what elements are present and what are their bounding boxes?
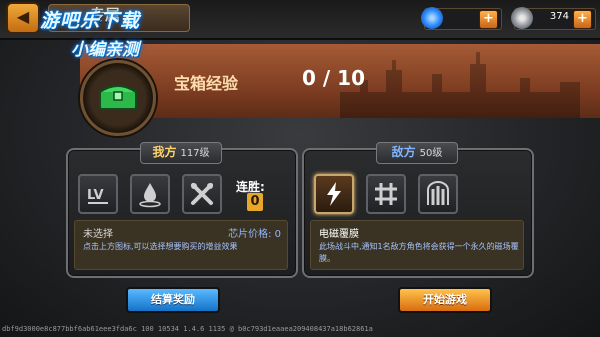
- enemy-desc-title: 电磁覆膜: [319, 229, 359, 240]
- tools-icon: [191, 183, 213, 205]
- tools-slot[interactable]: [182, 174, 222, 214]
- drop-icon: [139, 183, 161, 208]
- player-desc-box: 未选择 芯片价格: 0 点击上方图标,可以选择想要购买的增益效果: [74, 220, 288, 270]
- lightning-icon: [327, 182, 341, 206]
- player-level: 117级: [180, 148, 210, 159]
- start-game-button[interactable]: 开始游戏: [398, 287, 492, 313]
- bars-slot[interactable]: [418, 174, 458, 214]
- fist-resource: 374 +: [511, 7, 596, 30]
- enemy-desc-text: 此场战斗中,通知1名敌方角色将会获得一个永久的磁场覆膜。: [319, 242, 519, 263]
- chest-icon[interactable]: [99, 80, 137, 110]
- add-fist-button[interactable]: +: [573, 10, 592, 29]
- bars-icon: [427, 181, 449, 205]
- drop-slot[interactable]: [130, 174, 170, 214]
- lightning-slot[interactable]: [314, 174, 354, 214]
- lv-icon: LV: [87, 188, 108, 204]
- enemy-title: 敌方 50级: [376, 142, 458, 164]
- build-info: dbf9d3000e8c877bbf6ab61eee3fda6c 100 105…: [2, 325, 373, 333]
- exp-value: 0 / 10: [302, 66, 365, 90]
- enemy-title-text: 敌方: [391, 145, 416, 159]
- add-gem-button[interactable]: +: [479, 10, 498, 29]
- player-desc-text: 点击上方图标,可以选择想要购买的增益效果: [83, 242, 238, 251]
- watermark: 游吧乐下载 小编亲测: [6, 6, 174, 60]
- settle-rewards-button[interactable]: 结算奖励: [126, 287, 220, 313]
- enemy-desc-box: 电磁覆膜 此场战斗中,通知1名敌方角色将会获得一个永久的磁场覆膜。: [310, 220, 524, 270]
- player-desc-title: 未选择: [83, 229, 113, 240]
- exp-label: 宝箱经验: [174, 74, 239, 93]
- fist-icon: [511, 7, 533, 29]
- gem-icon: [421, 7, 443, 29]
- enemy-level: 50级: [419, 148, 443, 159]
- player-title-text: 我方: [152, 145, 177, 159]
- gem-resource: +: [421, 7, 502, 30]
- grid-icon: [375, 183, 397, 205]
- svg-text:LV: LV: [87, 188, 104, 203]
- lv-slot[interactable]: LV: [78, 174, 118, 214]
- player-title: 我方 117级: [140, 142, 222, 164]
- chip-price: 芯片价格: 0: [228, 229, 281, 240]
- watermark-line2: 小编亲测: [71, 40, 139, 60]
- watermark-line1: 游吧乐下载: [39, 10, 140, 32]
- castle-skyline: [340, 52, 580, 118]
- grid-slot[interactable]: [366, 174, 406, 214]
- streak-value: 0: [247, 193, 263, 211]
- fist-value: 374: [549, 11, 569, 22]
